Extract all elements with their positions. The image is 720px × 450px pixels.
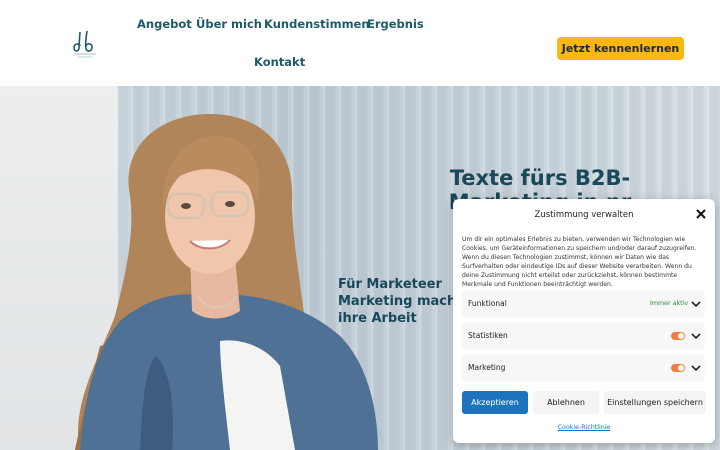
logo-db-icon: [73, 30, 96, 58]
cookie-policy-link[interactable]: Cookie-Richtlinie: [453, 424, 715, 431]
category-label: Funktional: [468, 299, 507, 308]
category-status: Immer aktiv: [650, 300, 689, 307]
chevron-down-icon[interactable]: [690, 298, 702, 310]
nav-item-angebot[interactable]: Angebot: [137, 17, 192, 31]
consent-title: Zustimmung verwalten: [534, 210, 634, 220]
marketing-toggle[interactable]: [671, 364, 685, 372]
cta-button[interactable]: Jetzt kennenlernen: [557, 37, 684, 60]
consent-text: Um dir ein optimales Erlebnis zu bieten,…: [462, 236, 697, 289]
accept-button[interactable]: Akzeptieren: [462, 391, 528, 414]
consent-category-marketing[interactable]: Marketing: [462, 355, 705, 381]
statistiken-toggle[interactable]: [671, 332, 685, 340]
category-label: Marketing: [468, 363, 506, 372]
cookie-consent-dialog: Zustimmung verwalten Um dir ein optimale…: [453, 199, 715, 443]
nav-item-ergebnis[interactable]: Ergebnis: [367, 17, 424, 31]
nav-item-kontakt[interactable]: Kontakt: [254, 55, 305, 69]
nav-item-ueber-mich[interactable]: Über mich: [196, 17, 262, 31]
nav-item-kundenstimmen[interactable]: Kundenstimmen: [264, 17, 370, 31]
chevron-down-icon[interactable]: [690, 330, 702, 342]
logo[interactable]: [70, 26, 104, 60]
save-settings-button[interactable]: Einstellungen speichern: [604, 391, 706, 414]
consent-category-funktional[interactable]: Funktional Immer aktiv: [462, 291, 705, 317]
category-label: Statistiken: [468, 331, 508, 340]
chevron-down-icon[interactable]: [690, 362, 702, 374]
deny-button[interactable]: Ablehnen: [533, 391, 599, 414]
site-header: Angebot Über mich Kundenstimmen Ergebnis…: [0, 0, 720, 86]
close-icon[interactable]: [695, 208, 707, 220]
consent-category-statistiken[interactable]: Statistiken: [462, 323, 705, 349]
